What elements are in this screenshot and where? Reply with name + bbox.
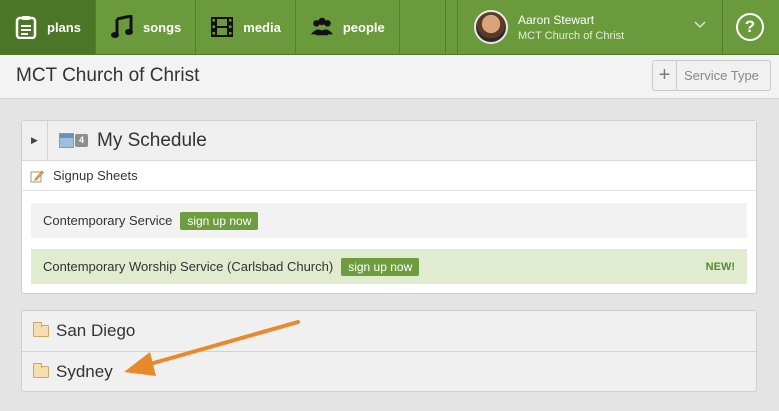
sign-up-now-button[interactable]: sign up now — [341, 257, 420, 276]
film-icon — [210, 15, 234, 39]
user-menu[interactable]: Aaron Stewart MCT Church of Christ — [457, 0, 723, 54]
tab-songs-label: songs — [142, 19, 182, 35]
help-label: ? — [744, 17, 756, 36]
folder-icon — [33, 322, 49, 337]
calendar-icon: 4 — [59, 132, 88, 149]
tab-songs[interactable]: songs — [96, 0, 197, 54]
tab-media[interactable]: media — [196, 0, 296, 54]
tab-people[interactable]: people — [296, 0, 400, 54]
folder-icon — [33, 362, 49, 378]
schedule-title: My Schedule — [97, 129, 207, 151]
pencil-icon — [30, 169, 44, 183]
page-header: MCT Church of Christ + Service Type — [0, 55, 779, 99]
people-icon — [310, 15, 334, 39]
signup-row: Contemporary Worship Service (Carlsbad C… — [31, 249, 747, 284]
help-icon[interactable]: ? — [736, 13, 764, 41]
page-title: MCT Church of Christ — [16, 65, 200, 86]
tab-media-label: media — [243, 19, 281, 35]
music-note-icon — [110, 15, 134, 39]
service-type-button[interactable]: + Service Type — [652, 60, 771, 91]
service-type-label: Service Type — [684, 68, 759, 83]
signup-sheets-header: Signup Sheets — [22, 161, 756, 191]
top-nav: plans songs media people Aaron Stewart M… — [0, 0, 779, 55]
expand-triangle-icon[interactable]: ▶ — [22, 120, 48, 161]
user-org: MCT Church of Christ — [518, 29, 625, 42]
schedule-panel: ▶ 4 My Schedule Signup Sheets Contempora… — [21, 120, 757, 294]
folder-name: San Diego — [56, 321, 136, 340]
user-name: Aaron Stewart — [518, 12, 595, 27]
chevron-down-icon — [694, 18, 706, 32]
tab-people-label: people — [342, 19, 385, 35]
folder-name: Sydney — [56, 361, 113, 381]
folder-item[interactable]: Sydney — [22, 351, 756, 391]
new-badge: NEW! — [705, 260, 735, 273]
clipboard-icon — [14, 15, 38, 39]
folder-list: San Diego Sydney — [21, 310, 757, 392]
tab-plans-label: plans — [47, 19, 81, 35]
folder-item[interactable]: San Diego — [22, 311, 756, 351]
tab-plans[interactable]: plans — [0, 0, 96, 54]
nav-spacer — [400, 0, 446, 54]
service-name: Contemporary Service — [43, 213, 173, 228]
avatar — [474, 10, 508, 44]
schedule-header: ▶ 4 My Schedule — [22, 120, 756, 161]
user-info: Aaron Stewart MCT Church of Christ — [518, 13, 624, 42]
schedule-count-badge: 4 — [75, 133, 88, 147]
plus-icon: + — [653, 61, 677, 90]
signup-row: Contemporary Service sign up now — [31, 203, 747, 238]
signup-sheets-label: Signup Sheets — [53, 168, 138, 183]
service-name: Contemporary Worship Service (Carlsbad C… — [43, 259, 334, 274]
sign-up-now-button[interactable]: sign up now — [180, 211, 259, 230]
